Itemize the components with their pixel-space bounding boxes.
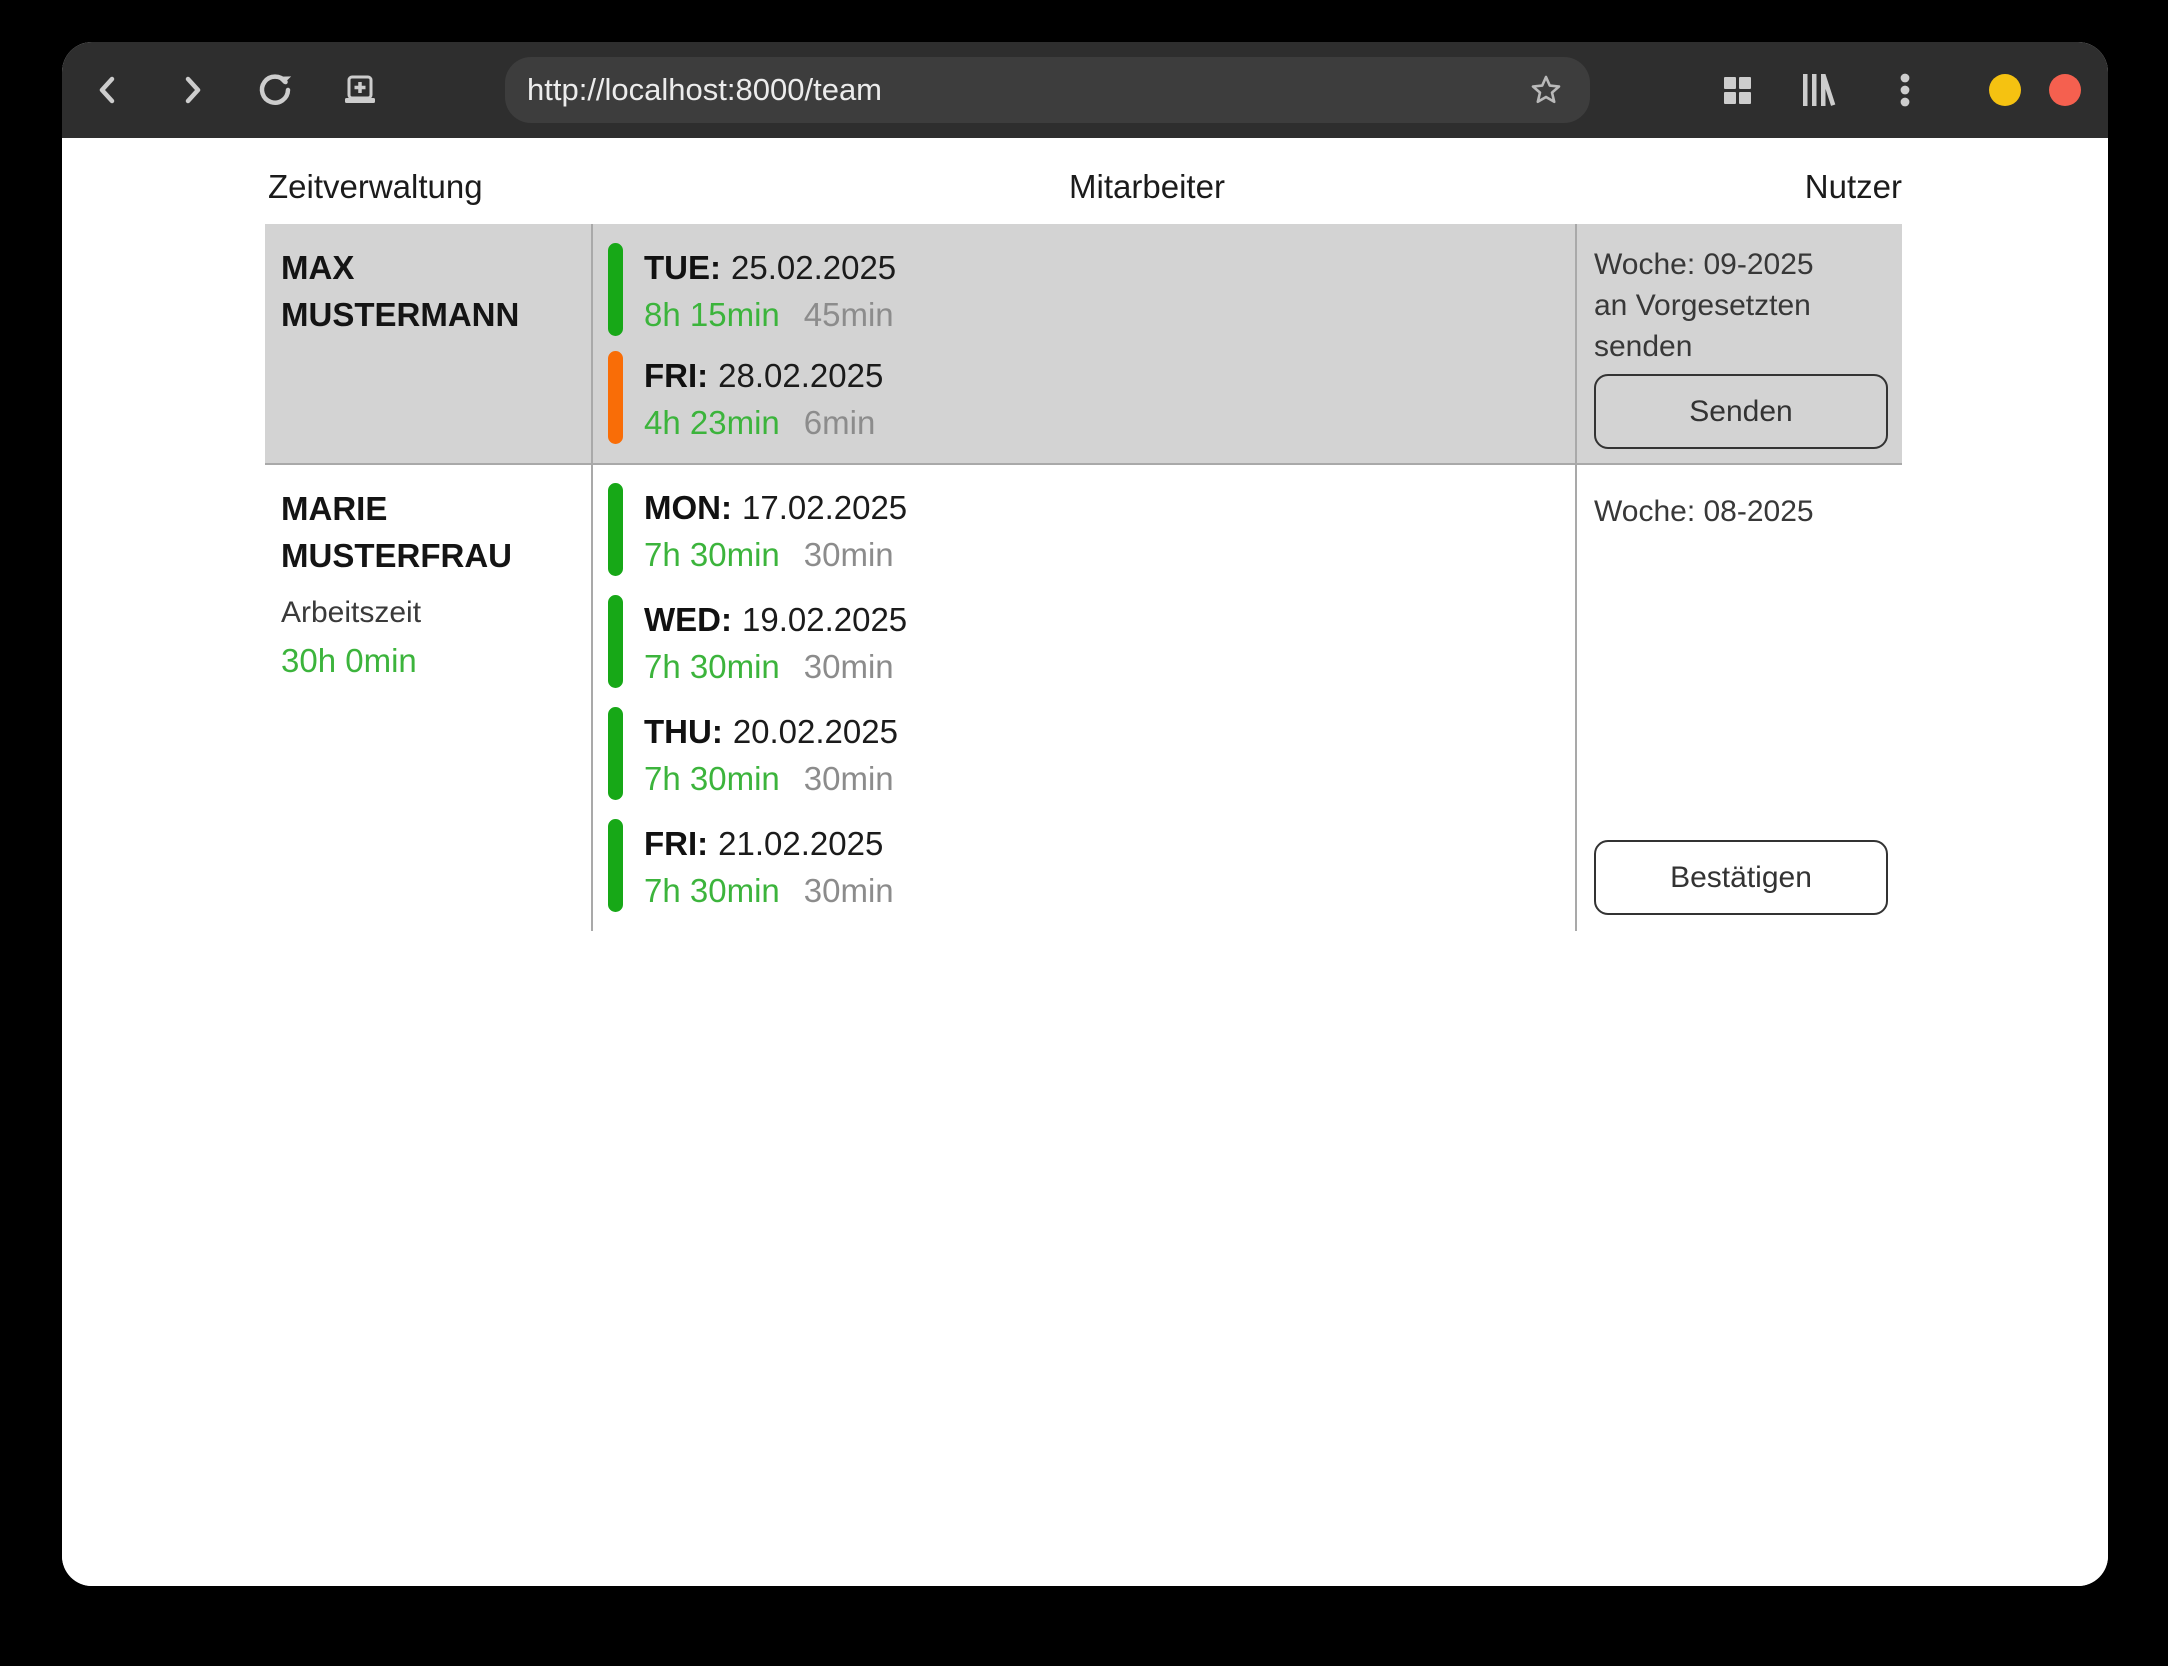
employee-name-line: MUSTERFRAU: [281, 532, 581, 579]
day-date: 21.02.2025: [718, 825, 883, 862]
day-times-line: 7h 30min 30min: [644, 531, 907, 578]
reload-icon: [256, 71, 294, 109]
chevron-right-icon: [175, 73, 209, 107]
work-duration: 7h 30min: [644, 760, 780, 797]
day-label: WED:: [644, 601, 732, 638]
day-times-line: 7h 30min 30min: [644, 643, 907, 690]
work-duration: 4h 23min: [644, 404, 780, 441]
forward-button[interactable]: [170, 68, 214, 112]
day-date-line: FRI: 21.02.2025: [644, 820, 894, 867]
week-actions-cell: Woche: 08-2025 Bestätigen: [1575, 465, 1902, 931]
day-status-bar: [608, 707, 623, 800]
worktime-label: Arbeitszeit: [281, 593, 581, 633]
chevron-left-icon: [91, 73, 125, 107]
day-status-bar: [608, 819, 623, 912]
day-date-line: MON: 17.02.2025: [644, 484, 907, 531]
pause-duration: 45min: [804, 296, 894, 333]
day-entry: FRI: 28.02.2025 4h 23min 6min: [608, 351, 1575, 444]
day-date: 25.02.2025: [731, 249, 896, 286]
grid-icon: [1719, 72, 1755, 108]
day-date-line: FRI: 28.02.2025: [644, 352, 883, 399]
day-label: MON:: [644, 489, 732, 526]
screenshot-root: { "browser": { "url": "http://localhost:…: [0, 0, 2168, 1666]
day-label: FRI:: [644, 357, 708, 394]
url-text[interactable]: http://localhost:8000/team: [527, 72, 1590, 108]
day-label: FRI:: [644, 825, 708, 862]
work-duration: 7h 30min: [644, 536, 780, 573]
menu-button[interactable]: [1883, 68, 1927, 112]
work-duration: 7h 30min: [644, 872, 780, 909]
worktime-value: 30h 0min: [281, 639, 581, 683]
bookmark-star-icon[interactable]: [1528, 72, 1564, 108]
employee-days-cell: MON: 17.02.2025 7h 30min 30min WED: 19.02.2…: [591, 465, 1575, 931]
day-times-line: 7h 30min 30min: [644, 867, 894, 914]
back-button[interactable]: [86, 68, 130, 112]
pause-duration: 30min: [804, 648, 894, 685]
close-button[interactable]: [2049, 74, 2081, 106]
day-status-bar: [608, 595, 623, 688]
day-entry: FRI: 21.02.2025 7h 30min 30min: [608, 819, 1575, 912]
day-label: THU:: [644, 713, 723, 750]
day-status-bar: [608, 483, 623, 576]
pause-duration: 30min: [804, 760, 894, 797]
kebab-menu-icon: [1887, 70, 1923, 110]
employee-name-cell: MARIE MUSTERFRAU Arbeitszeit 30h 0min: [265, 465, 591, 931]
week-label: Woche: 08-2025: [1594, 491, 1902, 532]
employee-name-line: MARIE: [281, 485, 581, 532]
day-status-bar: [608, 243, 623, 336]
day-date: 17.02.2025: [742, 489, 907, 526]
day-date: 20.02.2025: [733, 713, 898, 750]
team-page: Zeitverwaltung Mitarbeiter Nutzer MAX MU…: [62, 138, 2108, 1586]
day-entry: THU: 20.02.2025 7h 30min 30min: [608, 707, 1575, 800]
week-actions-cell: Woche: 09-2025 an Vorgesetzten senden Se…: [1575, 224, 1902, 463]
employee-row: MARIE MUSTERFRAU Arbeitszeit 30h 0min MO…: [265, 465, 1902, 931]
new-tab-button[interactable]: [338, 68, 382, 112]
day-label: TUE:: [644, 249, 721, 286]
page-content: Zeitverwaltung Mitarbeiter Nutzer MAX MU…: [265, 138, 1902, 931]
employee-days-cell: TUE: 25.02.2025 8h 15min 45min FRI: 28.02.2…: [591, 224, 1575, 463]
nav-header: Zeitverwaltung Mitarbeiter Nutzer: [265, 138, 1902, 224]
week-label: Woche: 09-2025: [1594, 244, 1902, 285]
library-button[interactable]: [1797, 68, 1841, 112]
employee-name-line: MUSTERMANN: [281, 291, 581, 338]
employee-name-line: MAX: [281, 244, 581, 291]
minimize-button[interactable]: [1989, 74, 2021, 106]
day-date: 19.02.2025: [742, 601, 907, 638]
nav-item-nutzer[interactable]: Nutzer: [1805, 168, 1902, 206]
url-bar[interactable]: http://localhost:8000/team: [505, 57, 1590, 123]
day-status-bar: [608, 351, 623, 444]
new-tab-icon: [342, 72, 378, 108]
work-duration: 8h 15min: [644, 296, 780, 333]
nav-item-zeitverwaltung[interactable]: Zeitverwaltung: [268, 168, 483, 206]
week-label: an Vorgesetzten: [1594, 285, 1902, 326]
day-date-line: THU: 20.02.2025: [644, 708, 898, 755]
day-entry: WED: 19.02.2025 7h 30min 30min: [608, 595, 1575, 688]
library-icon: [1799, 71, 1839, 109]
reload-button[interactable]: [253, 68, 297, 112]
day-times-line: 7h 30min 30min: [644, 755, 898, 802]
employee-row: MAX MUSTERMANN TUE: 25.02.2025 8h 15min 45…: [265, 224, 1902, 465]
browser-window: http://localhost:8000/team: [62, 42, 2108, 1586]
nav-item-mitarbeiter[interactable]: Mitarbeiter: [1069, 168, 1225, 206]
pause-duration: 30min: [804, 872, 894, 909]
browser-toolbar: http://localhost:8000/team: [62, 42, 2108, 138]
senden-button[interactable]: Senden: [1594, 374, 1888, 449]
pause-duration: 6min: [804, 404, 876, 441]
week-label: senden: [1594, 326, 1902, 367]
employee-name-cell: MAX MUSTERMANN: [265, 224, 591, 463]
work-duration: 7h 30min: [644, 648, 780, 685]
day-date: 28.02.2025: [718, 357, 883, 394]
extensions-button[interactable]: [1715, 68, 1759, 112]
pause-duration: 30min: [804, 536, 894, 573]
day-times-line: 8h 15min 45min: [644, 291, 896, 338]
day-times-line: 4h 23min 6min: [644, 399, 883, 446]
bestaetigen-button[interactable]: Bestätigen: [1594, 840, 1888, 915]
day-date-line: WED: 19.02.2025: [644, 596, 907, 643]
day-entry: MON: 17.02.2025 7h 30min 30min: [608, 483, 1575, 576]
day-entry: TUE: 25.02.2025 8h 15min 45min: [608, 243, 1575, 336]
day-date-line: TUE: 25.02.2025: [644, 244, 896, 291]
